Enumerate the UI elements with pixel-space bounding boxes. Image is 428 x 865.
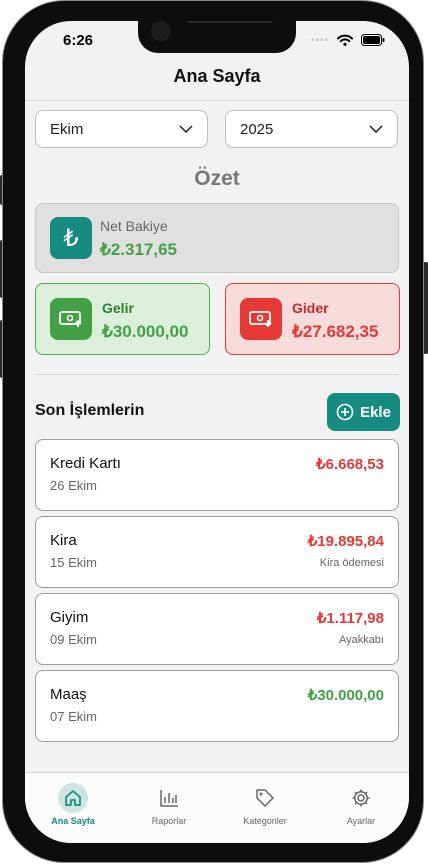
transaction-item[interactable]: Kredi Kartı 26 Ekim ₺6.668,53 xyxy=(35,439,399,511)
transaction-title: Maaş xyxy=(50,686,87,703)
transaction-amount: ₺30.000,00 xyxy=(307,687,384,704)
net-balance-value: ₺2.317,65 xyxy=(100,240,177,259)
month-value: Ekim xyxy=(50,120,84,138)
app-screen: 6:26 •••• Ana Sayfa Ekim 2025 Özet ₺ Net… xyxy=(25,21,409,843)
transaction-date: 15 Ekim xyxy=(50,555,97,570)
home-icon xyxy=(58,783,88,813)
tab-categories[interactable]: Kategoriler xyxy=(217,783,313,826)
transaction-amount: ₺6.668,53 xyxy=(316,456,384,473)
money-out-icon xyxy=(240,298,282,340)
tab-reports[interactable]: Raporlar xyxy=(121,783,217,826)
signal-icon: •••• xyxy=(310,34,329,46)
tab-settings[interactable]: Ayarlar xyxy=(313,783,409,826)
expense-card: Gider ₺27.682,35 xyxy=(225,283,400,355)
status-icons: •••• xyxy=(311,34,385,46)
add-transaction-button[interactable]: Ekle xyxy=(327,393,400,431)
transaction-title: Kira xyxy=(50,532,77,549)
lira-icon: ₺ xyxy=(50,217,92,259)
bar-chart-icon xyxy=(154,783,184,813)
tab-label: Ana Sayfa xyxy=(51,816,95,826)
tab-home[interactable]: Ana Sayfa xyxy=(25,783,121,826)
year-select[interactable]: 2025 xyxy=(225,110,398,148)
money-in-icon xyxy=(50,298,92,340)
tag-icon xyxy=(250,783,280,813)
summary-title: Özet xyxy=(194,167,240,190)
expense-value: ₺27.682,35 xyxy=(292,322,379,341)
transaction-note: Ayakkabı xyxy=(338,634,384,646)
chevron-down-icon xyxy=(179,125,193,133)
income-value: ₺30.000,00 xyxy=(102,322,189,341)
camera xyxy=(151,21,171,41)
year-value: 2025 xyxy=(240,120,274,138)
transaction-title: Giyim xyxy=(50,609,89,626)
recent-transactions-title: Son İşlemlerin xyxy=(35,402,145,419)
tab-label: Raporlar xyxy=(151,816,187,826)
net-balance-label: Net Bakiye xyxy=(100,218,168,234)
income-label: Gelir xyxy=(102,300,134,316)
battery-icon xyxy=(361,34,385,46)
transaction-amount: ₺19.895,84 xyxy=(307,533,384,550)
plus-circle-icon xyxy=(336,403,354,421)
add-button-label: Ekle xyxy=(360,403,391,421)
transaction-title: Kredi Kartı xyxy=(50,455,121,472)
wifi-icon xyxy=(337,34,353,46)
transaction-date: 09 Ekim xyxy=(50,632,97,647)
transaction-item[interactable]: Giyim 09 Ekim ₺1.117,98 Ayakkabı xyxy=(35,593,399,665)
speaker xyxy=(186,21,274,23)
tab-label: Ayarlar xyxy=(346,816,376,826)
chevron-down-icon xyxy=(369,125,383,133)
header-divider xyxy=(25,100,409,101)
transaction-item[interactable]: Kira 15 Ekim ₺19.895,84 Kira ödemesi xyxy=(35,516,399,588)
phone-frame: 6:26 •••• Ana Sayfa Ekim 2025 Özet ₺ Net… xyxy=(2,0,424,863)
bottom-tab-bar: Ana Sayfa Raporlar Kategoriler Ayarlar xyxy=(25,772,409,843)
gear-icon xyxy=(346,783,376,813)
section-divider xyxy=(35,374,399,375)
transaction-amount: ₺1.117,98 xyxy=(316,610,384,627)
status-time: 6:26 xyxy=(63,32,94,49)
net-balance-card: ₺ Net Bakiye ₺2.317,65 xyxy=(35,203,399,273)
income-card: Gelir ₺30.000,00 xyxy=(35,283,210,355)
transaction-item[interactable]: Maaş 07 Ekim ₺30.000,00 xyxy=(35,670,399,742)
transaction-date: 07 Ekim xyxy=(50,709,97,724)
transaction-date: 26 Ekim xyxy=(50,478,97,493)
month-select[interactable]: Ekim xyxy=(35,110,208,148)
dynamic-island xyxy=(138,21,296,53)
page-title: Ana Sayfa xyxy=(173,66,261,86)
expense-label: Gider xyxy=(292,300,329,316)
tab-label: Kategoriler xyxy=(243,816,287,826)
transaction-note: Kira ödemesi xyxy=(319,557,384,569)
